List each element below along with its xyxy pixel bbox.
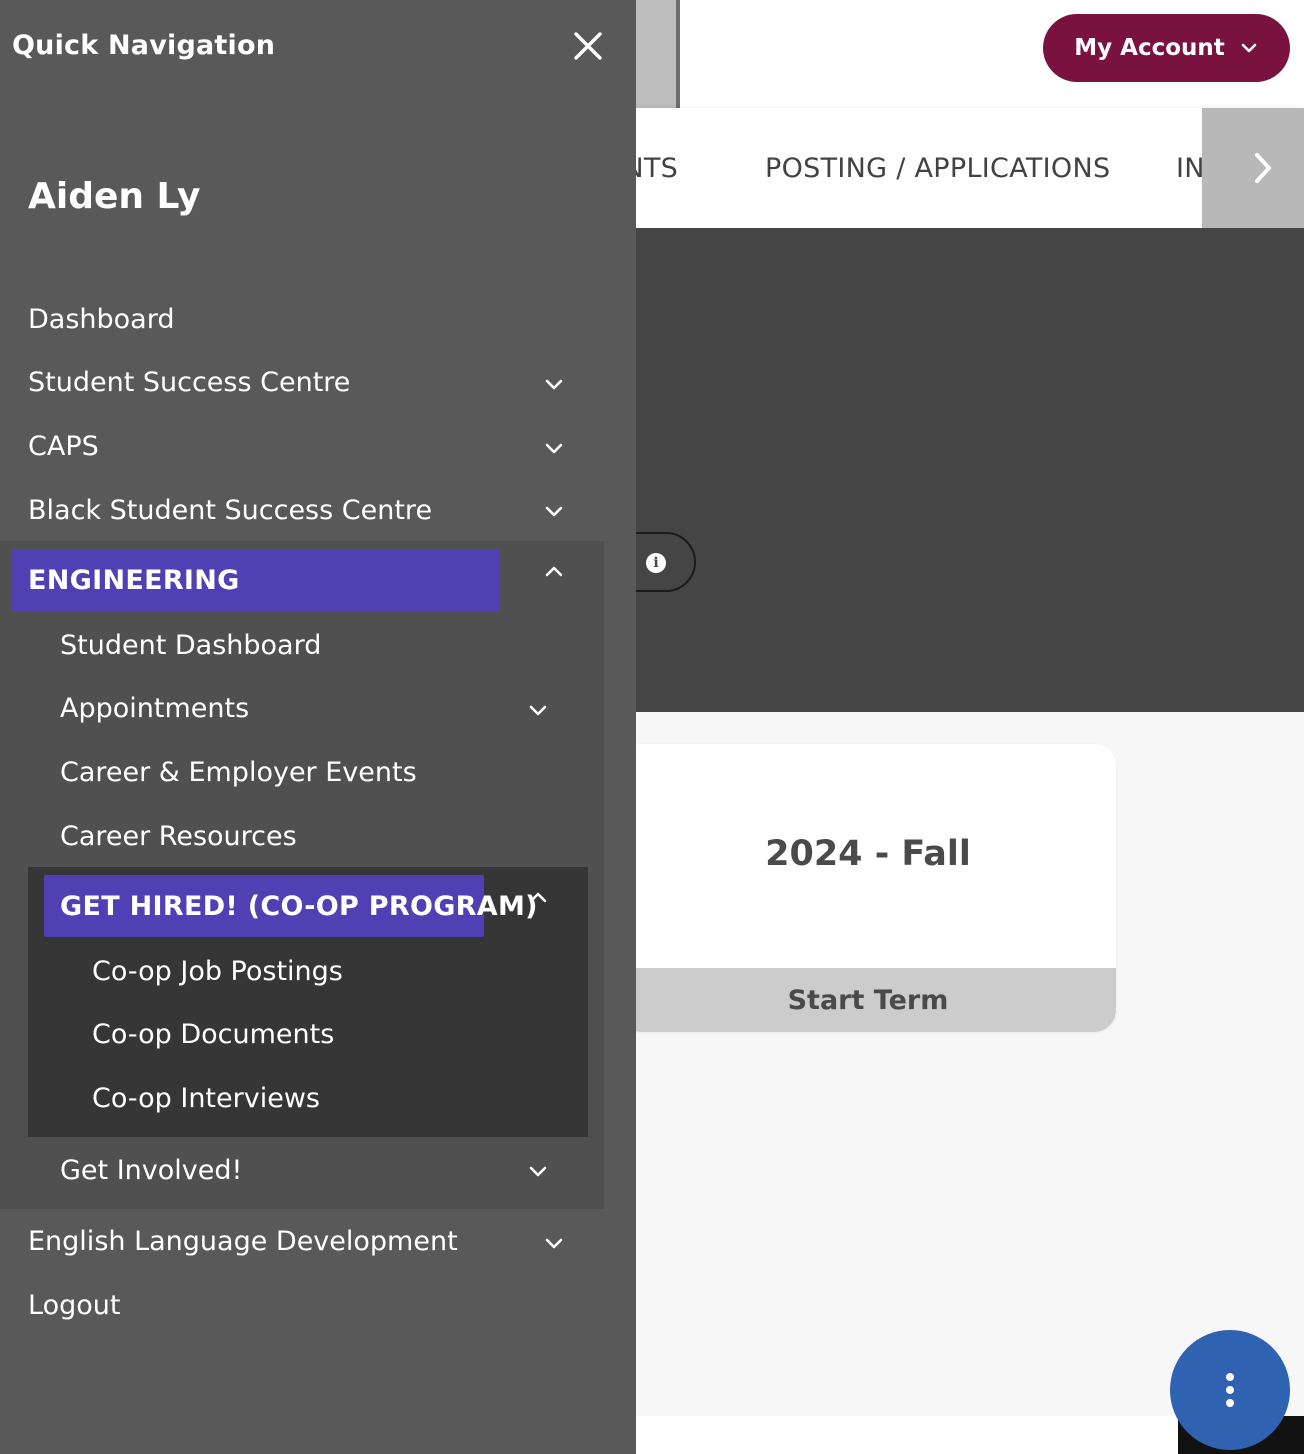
nav-item-label: ENGINEERING: [28, 564, 240, 596]
nav-item-label: Co-op Documents: [92, 1018, 335, 1050]
chevron-up-icon[interactable]: [527, 887, 549, 909]
menu-toggle-area[interactable]: [636, 0, 680, 108]
nav-item-label: Co-op Job Postings: [92, 955, 343, 987]
nav-item-label: GET HIRED! (CO-OP PROGRAM): [60, 890, 538, 922]
nav-item-label: Appointments: [60, 692, 250, 724]
quick-navigation-drawer: Quick Navigation Aiden Ly Dashboard Stud…: [0, 0, 636, 1454]
more-vertical-icon-dot: [1226, 1373, 1234, 1381]
chevron-down-icon: [1241, 43, 1257, 53]
nav-item-career-employer-events[interactable]: Career & Employer Events: [60, 742, 417, 802]
nav-item-engineering[interactable]: ENGINEERING: [12, 549, 500, 611]
nav-item-career-resources[interactable]: Career Resources: [60, 806, 297, 866]
tab-bar: ENTS POSTING / APPLICATIONS INTER: [636, 108, 1304, 228]
nav-item-label: Logout: [28, 1289, 121, 1321]
more-actions-button[interactable]: [1170, 1330, 1290, 1450]
nav-item-label: Co-op Interviews: [92, 1082, 320, 1114]
nav-item-dashboard[interactable]: Dashboard: [28, 289, 174, 349]
close-button[interactable]: [566, 24, 610, 68]
nav-item-label: Student Success Centre: [28, 366, 351, 398]
term-title: 2024 - Fall: [765, 834, 971, 874]
info-icon: i: [646, 553, 666, 573]
tab-posting-applications[interactable]: POSTING / APPLICATIONS: [765, 108, 1110, 228]
nav-item-coop-interviews[interactable]: Co-op Interviews: [92, 1068, 320, 1128]
nav-item-black-student-success-centre[interactable]: Black Student Success Centre: [28, 480, 432, 540]
more-vertical-icon-dot: [1226, 1399, 1234, 1407]
nav-item-caps[interactable]: CAPS: [28, 416, 99, 476]
more-vertical-icon-dot: [1226, 1386, 1234, 1394]
tab-events[interactable]: ENTS: [636, 108, 678, 228]
nav-item-appointments[interactable]: Appointments: [60, 678, 249, 738]
chevron-down-icon[interactable]: [543, 437, 565, 459]
chevron-down-icon[interactable]: [543, 373, 565, 395]
nav-item-coop-job-postings[interactable]: Co-op Job Postings: [92, 941, 343, 1001]
nav-item-label: Get Involved!: [60, 1154, 243, 1186]
nav-item-label: Career Resources: [60, 820, 297, 852]
nav-item-get-involved[interactable]: Get Involved!: [60, 1140, 242, 1200]
nav-item-label: Student Dashboard: [60, 629, 322, 661]
chevron-down-icon[interactable]: [527, 699, 549, 721]
nav-item-label: Dashboard: [28, 303, 175, 335]
nav-item-label: CAPS: [28, 430, 99, 462]
chevron-up-icon[interactable]: [543, 561, 565, 583]
my-account-button[interactable]: My Account: [1043, 14, 1290, 82]
hero-banner: i: [576, 228, 1304, 712]
start-term-button[interactable]: Start Term: [620, 968, 1116, 1032]
nav-item-student-dashboard[interactable]: Student Dashboard: [60, 615, 321, 675]
my-account-label: My Account: [1074, 35, 1225, 61]
nav-item-get-hired-coop-program[interactable]: GET HIRED! (CO-OP PROGRAM): [44, 875, 537, 937]
drawer-title: Quick Navigation: [12, 30, 276, 61]
chevron-down-icon[interactable]: [543, 500, 565, 522]
chevron-down-icon[interactable]: [543, 1232, 565, 1254]
nav-item-english-language-development[interactable]: English Language Development: [28, 1211, 458, 1271]
chevron-down-icon[interactable]: [527, 1160, 549, 1182]
nav-item-student-success-centre[interactable]: Student Success Centre: [28, 352, 350, 412]
chevron-right-icon: [1255, 153, 1271, 183]
tabs-scroll-right-button[interactable]: [1202, 108, 1304, 228]
close-icon: [574, 32, 602, 60]
user-name: Aiden Ly: [28, 176, 201, 217]
nav-item-label: Career & Employer Events: [60, 756, 417, 788]
nav-item-label: Black Student Success Centre: [28, 494, 433, 526]
nav-item-coop-documents[interactable]: Co-op Documents: [92, 1004, 334, 1064]
term-card: 2024 - Fall Start Term: [620, 744, 1116, 1032]
nav-item-label: English Language Development: [28, 1225, 458, 1257]
nav-item-logout[interactable]: Logout: [28, 1275, 120, 1335]
